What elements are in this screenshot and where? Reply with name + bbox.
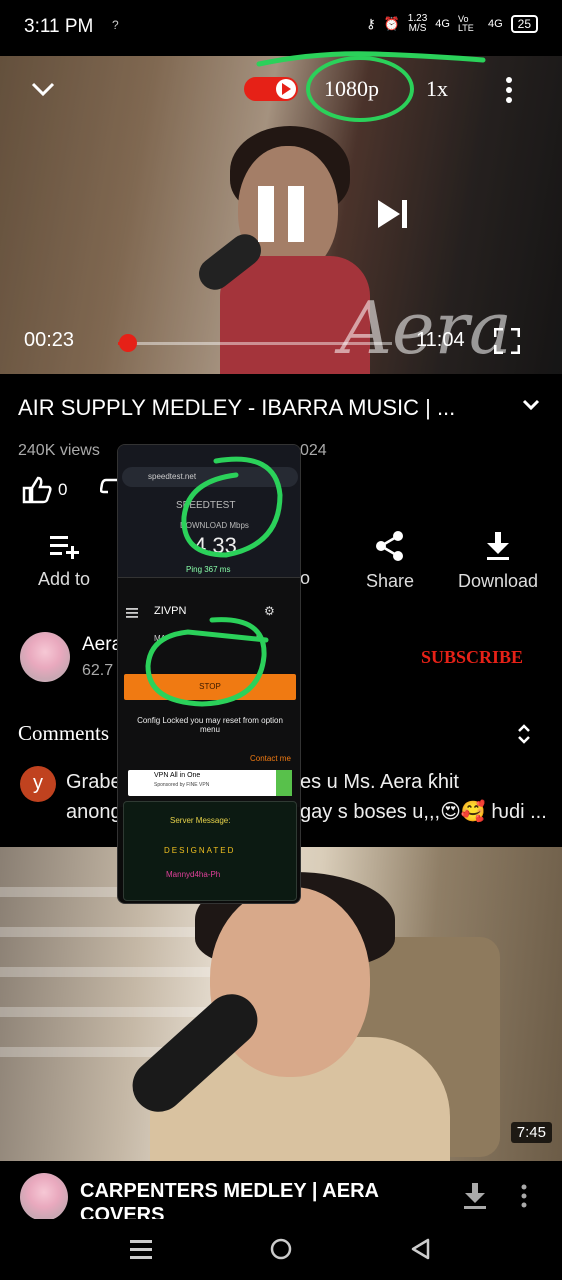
ad-banner: VPN All in One Sponsored by FINE VPN — [128, 770, 292, 796]
fullscreen-icon[interactable] — [494, 328, 520, 354]
net1-label: 4G — [435, 18, 450, 30]
download-icon — [487, 532, 509, 560]
expand-chevron-icon[interactable] — [522, 398, 540, 412]
volte-label: Vo LTE — [457, 14, 474, 33]
back-icon[interactable] — [410, 1238, 430, 1260]
add-to-label: Add to — [37, 569, 91, 589]
next-channel-avatar[interactable] — [20, 1173, 68, 1221]
annotation-circle-speed — [181, 456, 283, 558]
subscribe-button[interactable]: SUBSCRIBE — [421, 647, 523, 668]
commenter-avatar: y — [20, 766, 56, 802]
ping-value: Ping 367 ms — [186, 565, 231, 574]
annotation-circle-stop — [145, 617, 269, 707]
system-nav-bar — [0, 1219, 562, 1280]
comment-line1-end: es u Ms. Aera ƙhit — [300, 771, 459, 793]
like-count: 0 — [58, 480, 68, 499]
ad-title: VPN All in One — [154, 772, 201, 779]
share-button[interactable]: Share — [352, 530, 428, 592]
status-time: 3:11 PM — [24, 16, 94, 37]
server-message-box: Server Message: DESIGNATED Mannyd4ha-Ph — [123, 801, 297, 901]
like-icon[interactable] — [22, 476, 52, 504]
speed-label[interactable]: 1x — [426, 76, 448, 102]
home-icon[interactable] — [270, 1238, 292, 1260]
play-icon — [282, 83, 291, 95]
key-icon: ⚷ — [366, 16, 376, 31]
server-message-label: Server Message: — [170, 816, 231, 825]
battery-icon: 25 — [510, 15, 538, 33]
zivpn-config-text: Config Locked you may reset from option … — [137, 716, 283, 734]
comments-header[interactable]: Comments — [18, 721, 109, 746]
share-icon — [376, 531, 403, 561]
collapse-chevron-icon[interactable] — [30, 80, 56, 98]
status-bar: 3:11 PM ? ⚷ ⏰ 1.23 M/S 4G Vo LTE 4G 25 — [0, 0, 562, 56]
next-download-icon[interactable] — [462, 1181, 488, 1211]
server-designated: DESIGNATED — [164, 846, 236, 855]
next-video-row[interactable]: CARPENTERS MEDLEY | AERA COVERS — [0, 1161, 562, 1221]
comment-line2-start: anong — [66, 801, 122, 823]
add-to-button[interactable]: Add to — [26, 532, 102, 590]
video-watermark: Aera — [340, 286, 512, 370]
alarm-icon: ⏰ — [383, 16, 400, 31]
elapsed-time: 00:23 — [24, 329, 75, 351]
comment-line2-end: gay s boses u,,,😍🥰 ƕdi ... — [300, 801, 547, 823]
blind-stripe — [0, 927, 210, 937]
duration-time: 11:04 — [416, 329, 465, 351]
download-button[interactable]: Download — [450, 530, 546, 592]
video-meta: 240K views — [18, 442, 100, 460]
recents-icon[interactable] — [130, 1239, 152, 1259]
view-count: 240K views — [18, 442, 100, 459]
next-video-title[interactable]: CARPENTERS MEDLEY | AERA COVERS — [80, 1179, 440, 1219]
annotation-stroke — [256, 51, 486, 67]
menu-icon — [126, 608, 138, 618]
autoplay-toggle[interactable] — [244, 77, 298, 101]
ad-arrow-icon — [276, 770, 292, 796]
share-label: Share — [365, 571, 415, 591]
blind-stripe — [0, 967, 210, 977]
net-speed-unit: M/S — [408, 23, 427, 34]
ad-subtitle: Sponsored by FINE VPN — [154, 782, 210, 788]
more-vert-icon[interactable] — [505, 76, 513, 104]
net-speed: 1.23 M/S — [408, 14, 427, 34]
progress-bar[interactable] — [118, 334, 392, 352]
next-video-duration: 7:45 — [510, 1122, 552, 1143]
video-player[interactable]: Aera 1080p 1x 00:23 11:04 — [0, 56, 562, 374]
comment-line1-start: Grabe — [66, 771, 122, 793]
signal-small-icon: ? — [112, 18, 119, 32]
pause-icon[interactable] — [256, 186, 306, 242]
download-label: Download — [457, 571, 539, 591]
video-title[interactable]: AIR SUPPLY MEDLEY - IBARRA MUSIC | ... — [18, 395, 518, 421]
progress-scrubber[interactable] — [118, 334, 137, 352]
sort-expand-icon[interactable] — [516, 722, 532, 746]
date-partial: 024 — [300, 442, 327, 459]
next-more-vert-icon[interactable] — [520, 1183, 528, 1209]
blind-stripe — [0, 1007, 210, 1017]
subscriber-count: 62.7 — [82, 662, 114, 679]
server-signature: Mannyd4ha-Ph — [166, 870, 221, 879]
channel-avatar[interactable] — [20, 632, 70, 682]
skip-next-icon[interactable] — [376, 198, 410, 230]
zivpn-contact: Contact me — [250, 754, 291, 763]
playlist-add-icon — [50, 536, 79, 559]
action-partial-label: o — [300, 568, 311, 588]
net2-label: 4G — [487, 18, 503, 30]
status-icons: ⚷ ⏰ 1.23 M/S 4G Vo LTE 4G 25 — [366, 14, 538, 34]
